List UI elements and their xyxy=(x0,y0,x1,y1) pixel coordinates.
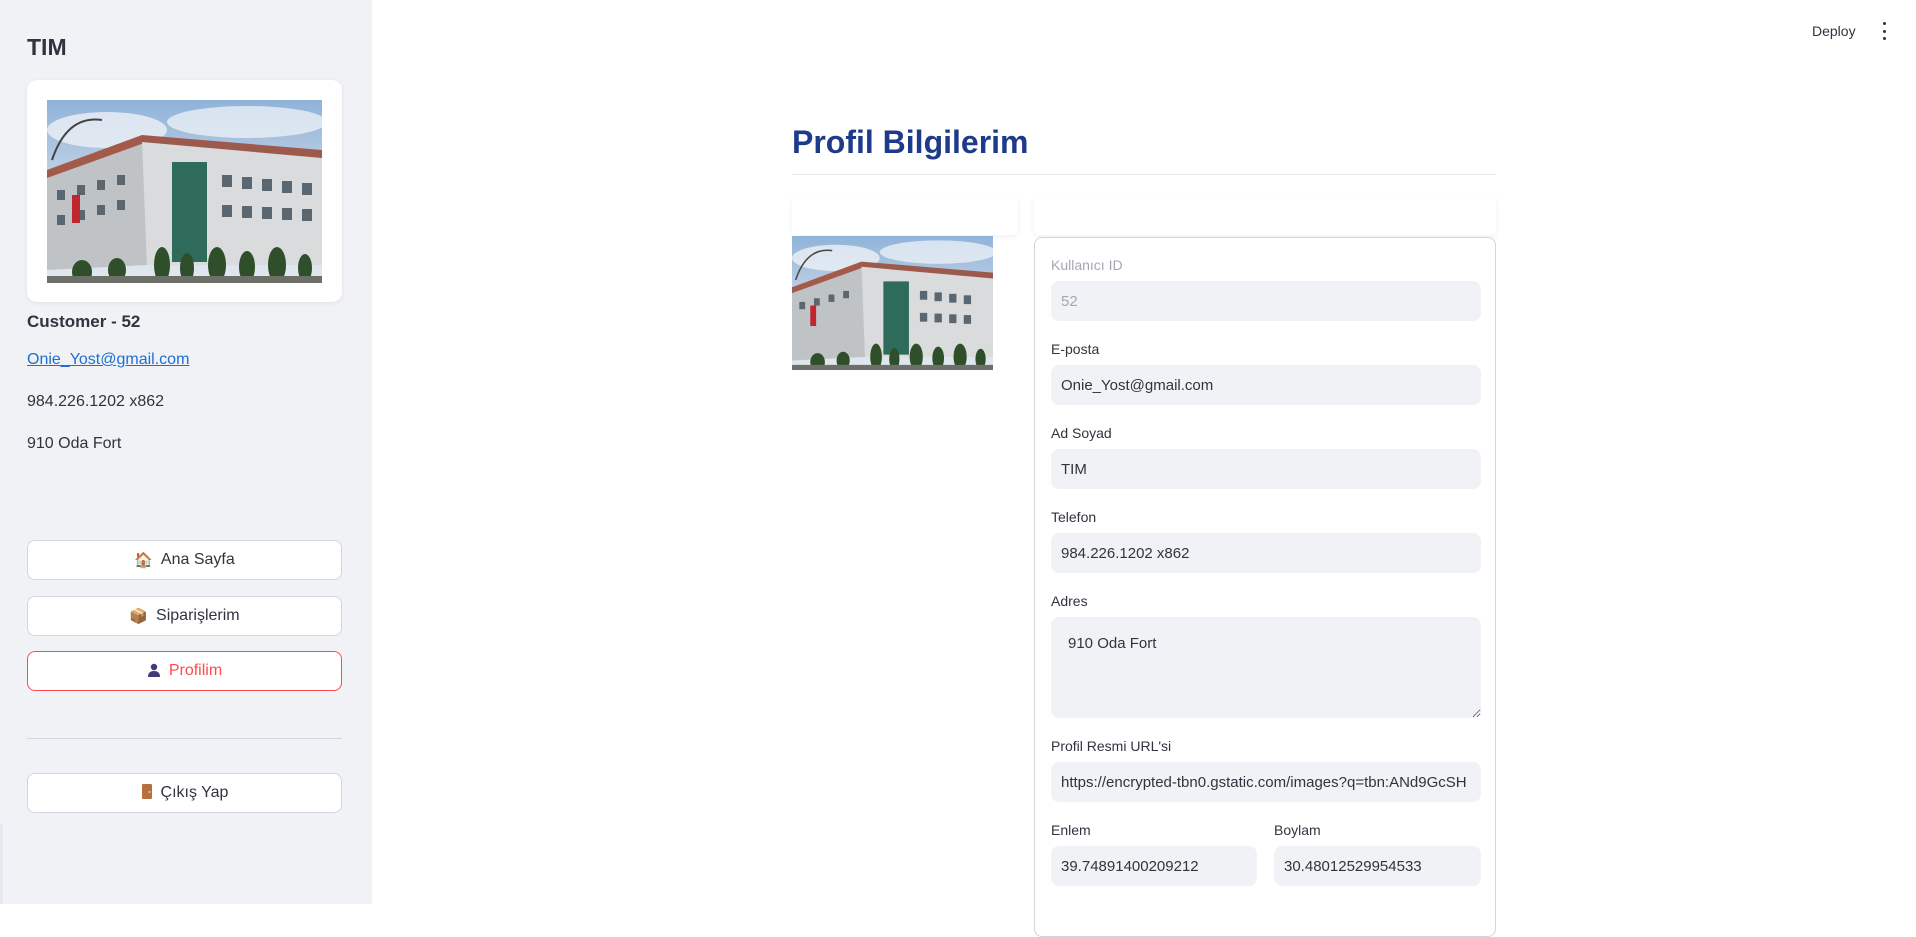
user-id-field xyxy=(1051,281,1481,321)
vertical-dots-icon[interactable] xyxy=(1880,22,1888,40)
house-icon: 🏠 xyxy=(134,551,153,569)
phone-label: Telefon xyxy=(1051,509,1097,525)
longitude-label: Boylam xyxy=(1274,822,1321,838)
profile-image xyxy=(792,236,993,370)
customer-label: Customer - 52 xyxy=(27,312,141,331)
home-button-label: Ana Sayfa xyxy=(160,551,235,568)
package-icon: 📦 xyxy=(129,607,149,625)
logout-button-label: Çıkış Yap xyxy=(160,784,229,801)
sidebar-edge xyxy=(0,824,3,904)
latitude-field[interactable] xyxy=(1051,846,1257,886)
profile-button-label: Profilim xyxy=(168,662,223,679)
sidebar-divider xyxy=(27,738,342,739)
profile-card xyxy=(27,80,342,302)
door-icon xyxy=(141,784,153,802)
address-label: Adres xyxy=(1051,593,1088,609)
sidebar: TIM Customer - 52 Onie_Yost@gmail.com 98… xyxy=(0,0,372,904)
profile-button[interactable]: Profilim xyxy=(27,651,342,691)
profile-form: Kullanıcı ID E-posta Ad Soyad Telefon Ad… xyxy=(1034,237,1496,937)
email-link[interactable]: Onie_Yost@gmail.com xyxy=(27,351,189,369)
email-label: E-posta xyxy=(1051,341,1100,357)
orders-button[interactable]: 📦 Siparişlerim xyxy=(27,596,342,636)
photo-url-field[interactable] xyxy=(1051,762,1481,802)
phone-field[interactable] xyxy=(1051,533,1481,573)
phone-text: 984.226.1202 x862 xyxy=(27,393,165,410)
orders-button-label: Siparişlerim xyxy=(156,607,240,624)
full-name-label: Ad Soyad xyxy=(1051,425,1112,441)
right-column-header xyxy=(1034,195,1496,235)
left-column-header xyxy=(792,195,1018,235)
title-divider xyxy=(792,174,1496,175)
full-name-field[interactable] xyxy=(1051,449,1481,489)
deploy-button[interactable]: Deploy xyxy=(1812,23,1856,39)
latitude-label: Enlem xyxy=(1051,822,1091,838)
profile-photo xyxy=(47,100,322,283)
address-text: 910 Oda Fort xyxy=(27,435,122,452)
user-icon xyxy=(147,663,161,680)
email-field[interactable] xyxy=(1051,365,1481,405)
home-button[interactable]: 🏠 Ana Sayfa xyxy=(27,540,342,580)
sidebar-title: TIM xyxy=(27,34,67,60)
address-field[interactable]: 910 Oda Fort xyxy=(1051,617,1481,718)
longitude-field[interactable] xyxy=(1274,846,1481,886)
page-title: Profil Bilgilerim xyxy=(792,124,1029,160)
photo-url-label: Profil Resmi URL'si xyxy=(1051,738,1172,754)
user-id-label: Kullanıcı ID xyxy=(1051,257,1123,273)
logout-button[interactable]: Çıkış Yap xyxy=(27,773,342,813)
